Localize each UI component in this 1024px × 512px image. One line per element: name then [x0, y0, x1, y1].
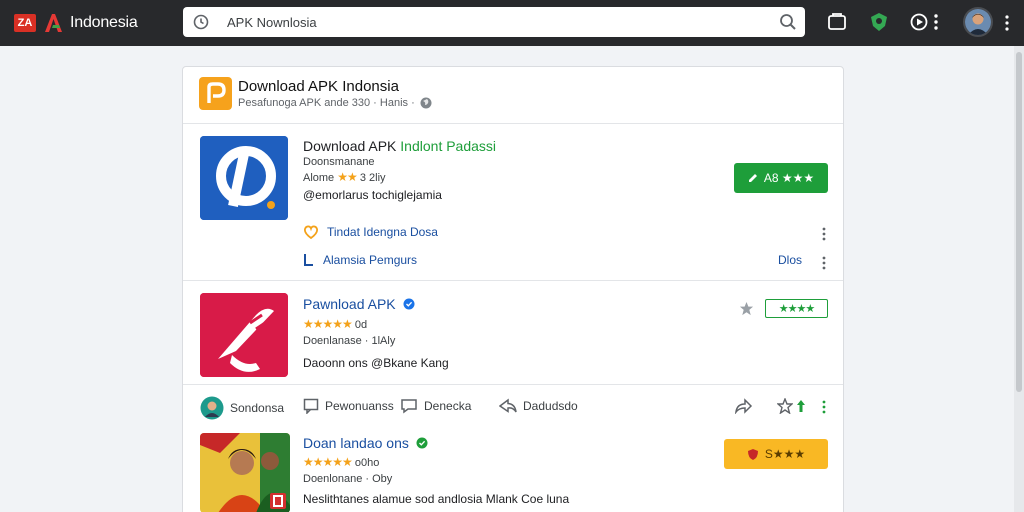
avatar-image — [965, 9, 991, 35]
brand-name: Indonesia — [70, 14, 138, 31]
top-bar: ZA Indonesia — [0, 0, 1024, 46]
download-button[interactable]: A8 ★★★ — [734, 163, 828, 193]
search-bar[interactable] — [183, 7, 805, 37]
list-item[interactable]: Pawnload APK ★★★★★ 0d Doenlanase · 1lAly… — [183, 282, 843, 385]
developer-link[interactable]: Alamsia Pemgurs — [303, 253, 417, 267]
shield-icon — [747, 448, 758, 460]
comment-icon — [303, 398, 319, 414]
share-action-label: Dadudsdo — [523, 399, 578, 413]
heart-shield-icon — [303, 225, 319, 240]
app-title[interactable]: Download APK Indlont Padassi — [303, 138, 496, 154]
developer-link-label: Alamsia Pemgurs — [323, 253, 418, 267]
brand[interactable]: ZA Indonesia — [14, 9, 138, 37]
app-link[interactable]: Tindat Idengna Dosa — [303, 224, 438, 240]
comment-action[interactable]: Pewonuanss — [303, 398, 394, 414]
verified-icon — [416, 437, 428, 449]
share-icon — [499, 398, 517, 413]
app-description: @emorlarus tochiglejamia — [303, 188, 442, 202]
bookmark-icon — [304, 254, 313, 266]
search-input[interactable] — [227, 14, 747, 30]
star-rating: ★★★★★ — [303, 317, 353, 331]
star-outline-icon[interactable] — [777, 398, 793, 414]
app-logo-icon — [200, 136, 288, 220]
globe-icon — [420, 97, 432, 109]
rating-suffix: 3 2liy — [359, 172, 386, 184]
more-icon[interactable] — [822, 256, 826, 270]
app-photo-image — [200, 433, 290, 512]
folder-icon[interactable] — [826, 11, 848, 33]
app-icon[interactable] — [200, 293, 288, 377]
account-more-icon[interactable] — [1004, 14, 1010, 32]
rating-value: o0ho — [354, 457, 380, 469]
chat-icon — [401, 399, 417, 414]
site-logo-icon — [199, 77, 232, 110]
app-icon[interactable] — [200, 433, 290, 512]
user-action-label: Sondonsa — [230, 401, 285, 415]
rating-prefix: Alome — [303, 172, 335, 184]
user-action[interactable]: Sondonsa — [200, 396, 284, 420]
scrollbar-thumb[interactable] — [1016, 52, 1022, 392]
more-icon[interactable] — [932, 11, 940, 33]
brand-logo-icon — [45, 14, 62, 32]
extension-icon[interactable] — [868, 11, 890, 33]
brand-badge: ZA — [14, 14, 36, 32]
app-description: Neslithtanes alamue sod andlosia Mlank C… — [303, 492, 570, 506]
avatar[interactable] — [963, 7, 993, 37]
star-rating: ★★★★★ — [303, 455, 353, 469]
developer-action[interactable]: Dlos — [778, 253, 802, 267]
reply-action[interactable]: Denecka — [400, 398, 471, 414]
results-card: Download APK Indonsia Pesafunoga APK and… — [182, 66, 844, 512]
rate-button[interactable]: ★★★★ — [765, 299, 828, 318]
app-meta: Doonsmanane — [303, 156, 375, 168]
app-link-label: Tindat Idengna Dosa — [327, 225, 438, 239]
comment-action-label: Pewonuanss — [325, 399, 394, 413]
app-title-highlight: Indlont Padassi — [400, 138, 497, 154]
upvote-icon[interactable] — [796, 399, 806, 413]
forward-icon[interactable] — [734, 398, 753, 414]
pencil-icon — [748, 174, 757, 182]
list-item[interactable]: Download APK Indlont Padassi Doonsmanane… — [183, 125, 843, 281]
card-header: Download APK Indonsia Pesafunoga APK and… — [183, 67, 843, 124]
install-button[interactable]: S★★★ — [724, 439, 828, 469]
app-title[interactable]: Pawnload APK — [303, 296, 415, 312]
app-meta: Doenlonane · Oby — [303, 473, 393, 485]
clock-icon — [193, 14, 209, 30]
app-title[interactable]: Doan landao ons — [303, 435, 428, 451]
action-bar: Sondonsa Pewonuanss Denecka Dadudsdo — [183, 386, 843, 429]
list-item[interactable]: Doan landao ons ★★★★★ o0ho Doenlonane · … — [183, 429, 843, 512]
more-icon[interactable] — [822, 400, 826, 414]
download-button-label: A8 ★★★ — [763, 171, 815, 185]
app-rating-line: ★★★★★ 0d — [303, 317, 367, 331]
app-rating-line: Alome ★★ 3 2liy — [303, 170, 386, 184]
share-action[interactable]: Dadudsdo — [499, 398, 578, 414]
page-subtitle: Pesafunoga APK ande 330 · Hanis · — [238, 97, 415, 109]
user-avatar-icon — [200, 396, 224, 420]
verified-icon — [403, 298, 415, 310]
search-icon[interactable] — [779, 13, 797, 31]
reply-action-label: Denecka — [424, 399, 472, 413]
page-title: Download APK Indonsia — [238, 78, 399, 95]
rating-value: 0d — [354, 319, 368, 331]
install-button-label: S★★★ — [764, 447, 806, 461]
star-rating: ★★ — [337, 170, 357, 184]
app-title-main: Download APK — [303, 138, 397, 154]
app-rating-line: ★★★★★ o0ho — [303, 455, 379, 469]
app-title-main: Doan landao ons — [303, 435, 409, 451]
app-icon[interactable] — [200, 136, 288, 220]
play-icon[interactable] — [908, 11, 930, 33]
developer-action-label: Dlos — [778, 253, 803, 267]
more-icon[interactable] — [822, 227, 826, 241]
app-logo-icon — [200, 293, 288, 377]
app-title-main: Pawnload APK — [303, 296, 396, 312]
app-description: Daoonn ons @Bkane Kang — [303, 356, 449, 370]
app-meta: Doenlanase · 1lAly — [303, 335, 396, 347]
star-icon[interactable] — [739, 301, 754, 316]
